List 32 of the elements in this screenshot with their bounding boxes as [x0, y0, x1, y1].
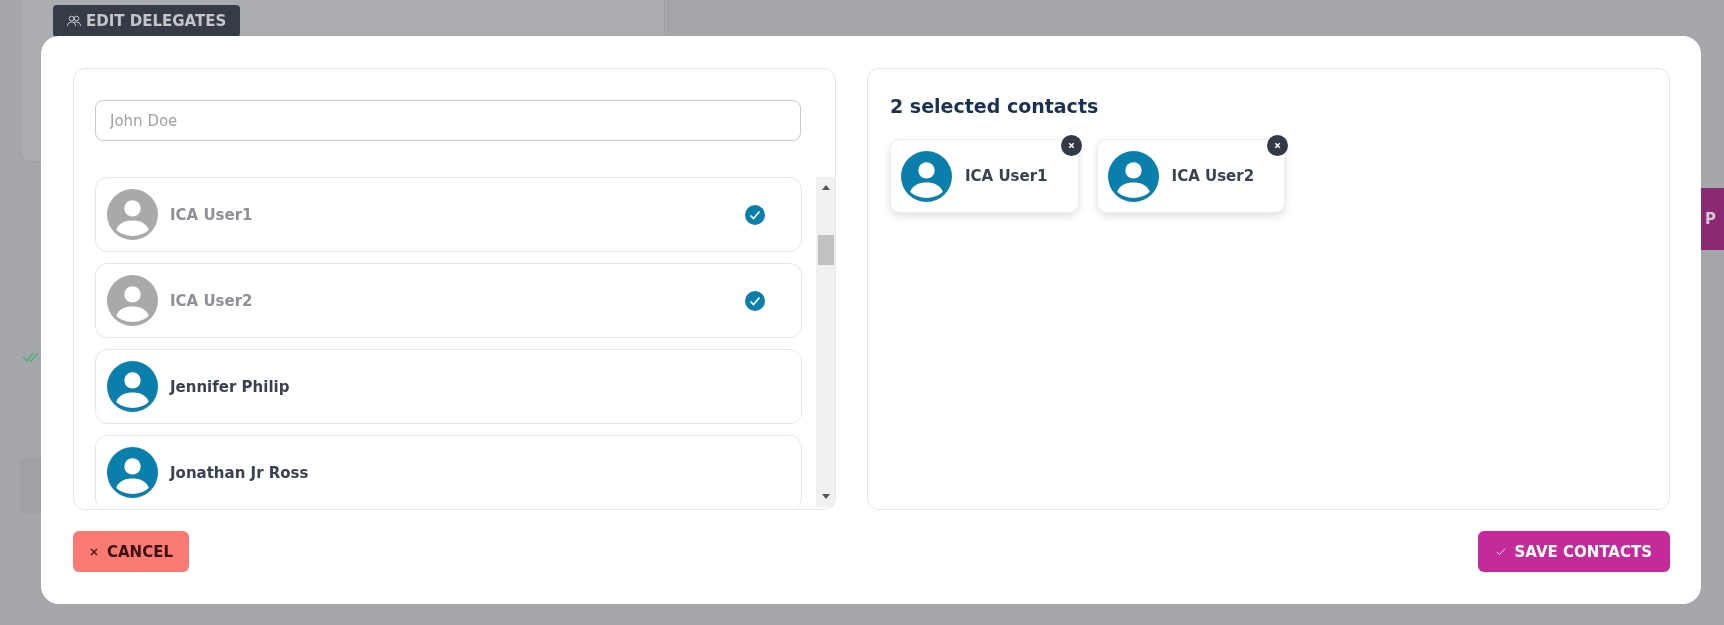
avatar-icon — [107, 275, 158, 326]
scrollbar[interactable] — [816, 177, 835, 507]
contact-name: ICA User2 — [1171, 167, 1255, 185]
contact-item[interactable]: ICA User2 — [95, 263, 802, 338]
contact-name: ICA User2 — [170, 291, 254, 310]
remove-button[interactable] — [1060, 135, 1082, 156]
side-button[interactable]: P — [1701, 188, 1724, 250]
close-icon — [89, 546, 99, 557]
avatar-icon — [1107, 150, 1159, 202]
avatar-icon — [107, 189, 158, 240]
selected-count-title: 2 selected contacts — [890, 95, 1100, 117]
contact-name: Jonathan Jr Ross — [170, 463, 310, 482]
avatar-icon — [107, 447, 158, 498]
contact-name: ICA User1 — [965, 167, 1048, 185]
check-icon — [745, 204, 765, 225]
check-icon — [745, 290, 765, 311]
scroll-down-icon[interactable] — [821, 494, 830, 499]
contact-name: ICA User1 — [170, 205, 254, 224]
avatar-icon — [107, 361, 158, 412]
check-icon — [1496, 546, 1507, 557]
edit-delegates-button[interactable]: EDIT DELEGATES — [53, 5, 241, 37]
scroll-up-icon[interactable] — [821, 185, 830, 190]
search-field[interactable]: John Doe — [95, 100, 801, 141]
remove-button[interactable] — [1267, 135, 1289, 156]
contact-item[interactable]: ICA User1 — [95, 177, 802, 252]
contact-name: Jennifer Philip — [170, 377, 291, 396]
scroll-thumb[interactable] — [817, 235, 834, 265]
contact-item[interactable]: Jennifer Philip — [95, 349, 802, 424]
save-contacts-button[interactable]: SAVE CONTACTS — [1478, 531, 1670, 572]
cancel-button[interactable]: CANCEL — [73, 531, 189, 572]
avatar-icon — [901, 150, 952, 202]
people-icon — [67, 15, 81, 27]
